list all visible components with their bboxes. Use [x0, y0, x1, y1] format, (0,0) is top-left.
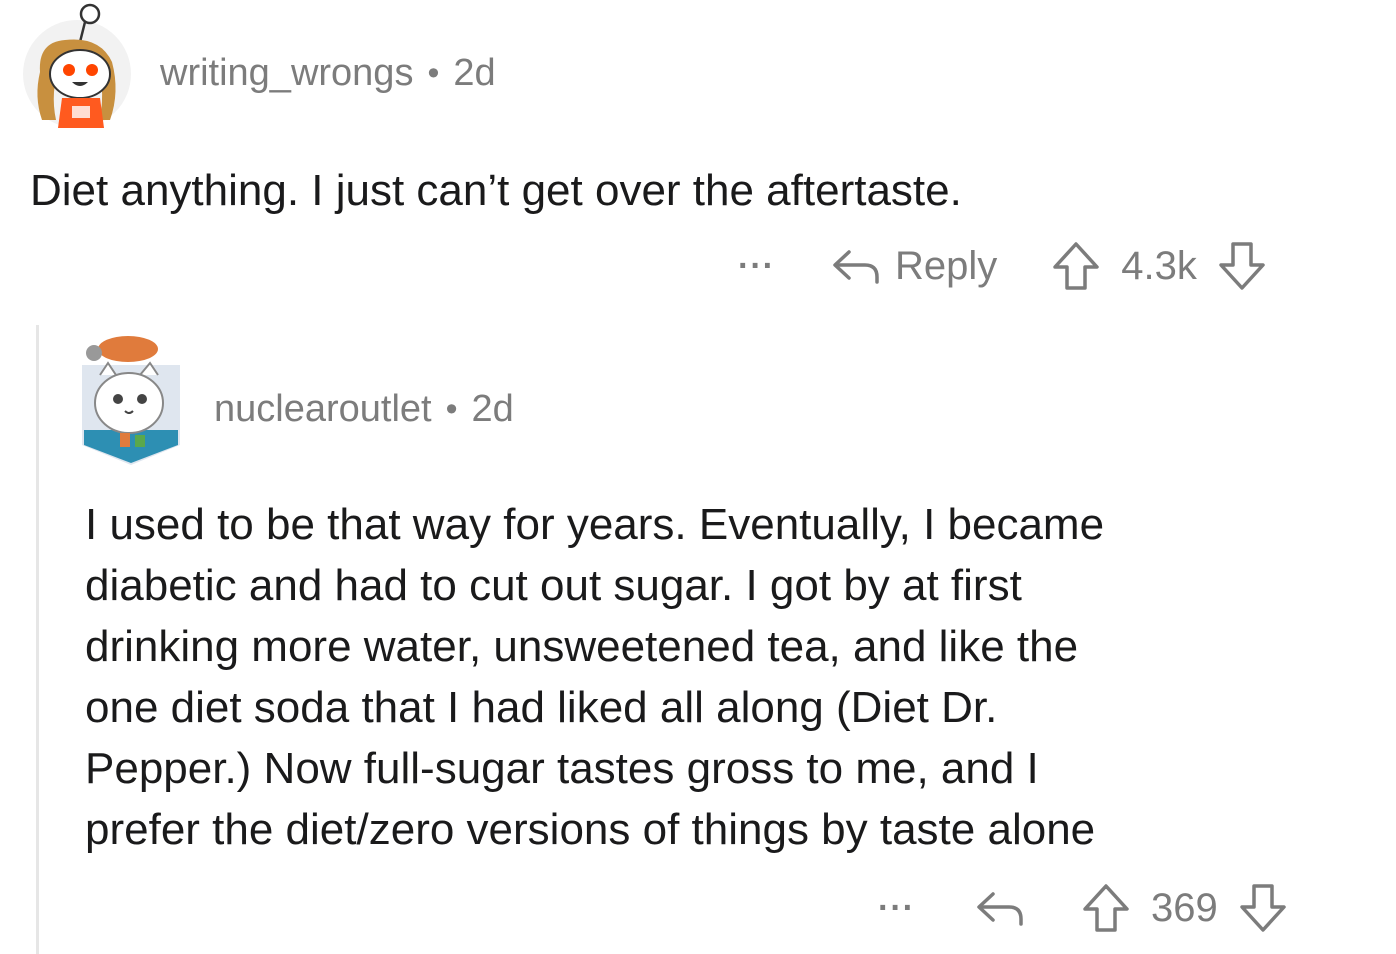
reply-icon — [977, 892, 1023, 926]
comment-meta: nuclearoutlet • 2d — [214, 388, 514, 431]
username[interactable]: writing_wrongs — [160, 52, 413, 95]
comment-body: Diet anything. I just can’t get over the… — [30, 166, 962, 215]
more-options-button[interactable]: ··· — [878, 889, 915, 928]
comment-body-line: one diet soda that I had liked all along… — [85, 683, 998, 732]
comment-age: 2d — [471, 388, 514, 430]
vote-count: 369 — [1150, 885, 1218, 930]
reply-button[interactable] — [975, 888, 1025, 928]
downvote-button[interactable] — [1238, 882, 1288, 934]
downvote-button[interactable] — [1217, 240, 1267, 292]
comment-meta: writing_wrongs • 2d — [160, 52, 496, 95]
downvote-icon — [1239, 884, 1286, 932]
comment-body-line: drinking more water, unsweetened tea, an… — [85, 622, 1079, 671]
comment-body-line: prefer the diet/zero versions of things … — [85, 805, 1096, 854]
comment-body-line: diabetic and had to cut out sugar. I got… — [85, 561, 1022, 610]
snoo-avatar-icon — [23, 3, 131, 128]
user-avatar[interactable] — [20, 2, 135, 130]
comment-body-line: I used to be that way for years. Eventua… — [85, 500, 1105, 549]
upvote-button[interactable] — [1051, 240, 1101, 292]
user-avatar[interactable] — [80, 335, 182, 467]
upvote-button[interactable] — [1081, 882, 1131, 934]
thread-line[interactable] — [36, 325, 39, 954]
downvote-icon — [1219, 242, 1265, 290]
comment-body: I used to be that way for years. Eventua… — [85, 494, 1365, 860]
vote-count: 4.3k — [1121, 243, 1197, 288]
upvote-icon — [1053, 242, 1099, 290]
reply-icon — [831, 246, 881, 286]
more-options-button[interactable]: ··· — [738, 247, 775, 286]
reply-button[interactable]: Reply — [831, 244, 997, 289]
comment-body-line: Pepper.) Now full-sugar tastes gross to … — [85, 744, 1039, 793]
cat-avatar-icon — [82, 336, 180, 465]
username[interactable]: nuclearoutlet — [214, 388, 432, 431]
reply-label: Reply — [894, 243, 998, 288]
upvote-icon — [1083, 884, 1129, 932]
comment-actions: ··· 369 — [878, 882, 1288, 934]
meta-separator: • — [445, 390, 458, 428]
comment-age: 2d — [453, 52, 496, 94]
comment-actions: ··· Reply 4.3k — [738, 240, 1267, 292]
meta-separator: • — [427, 54, 440, 92]
